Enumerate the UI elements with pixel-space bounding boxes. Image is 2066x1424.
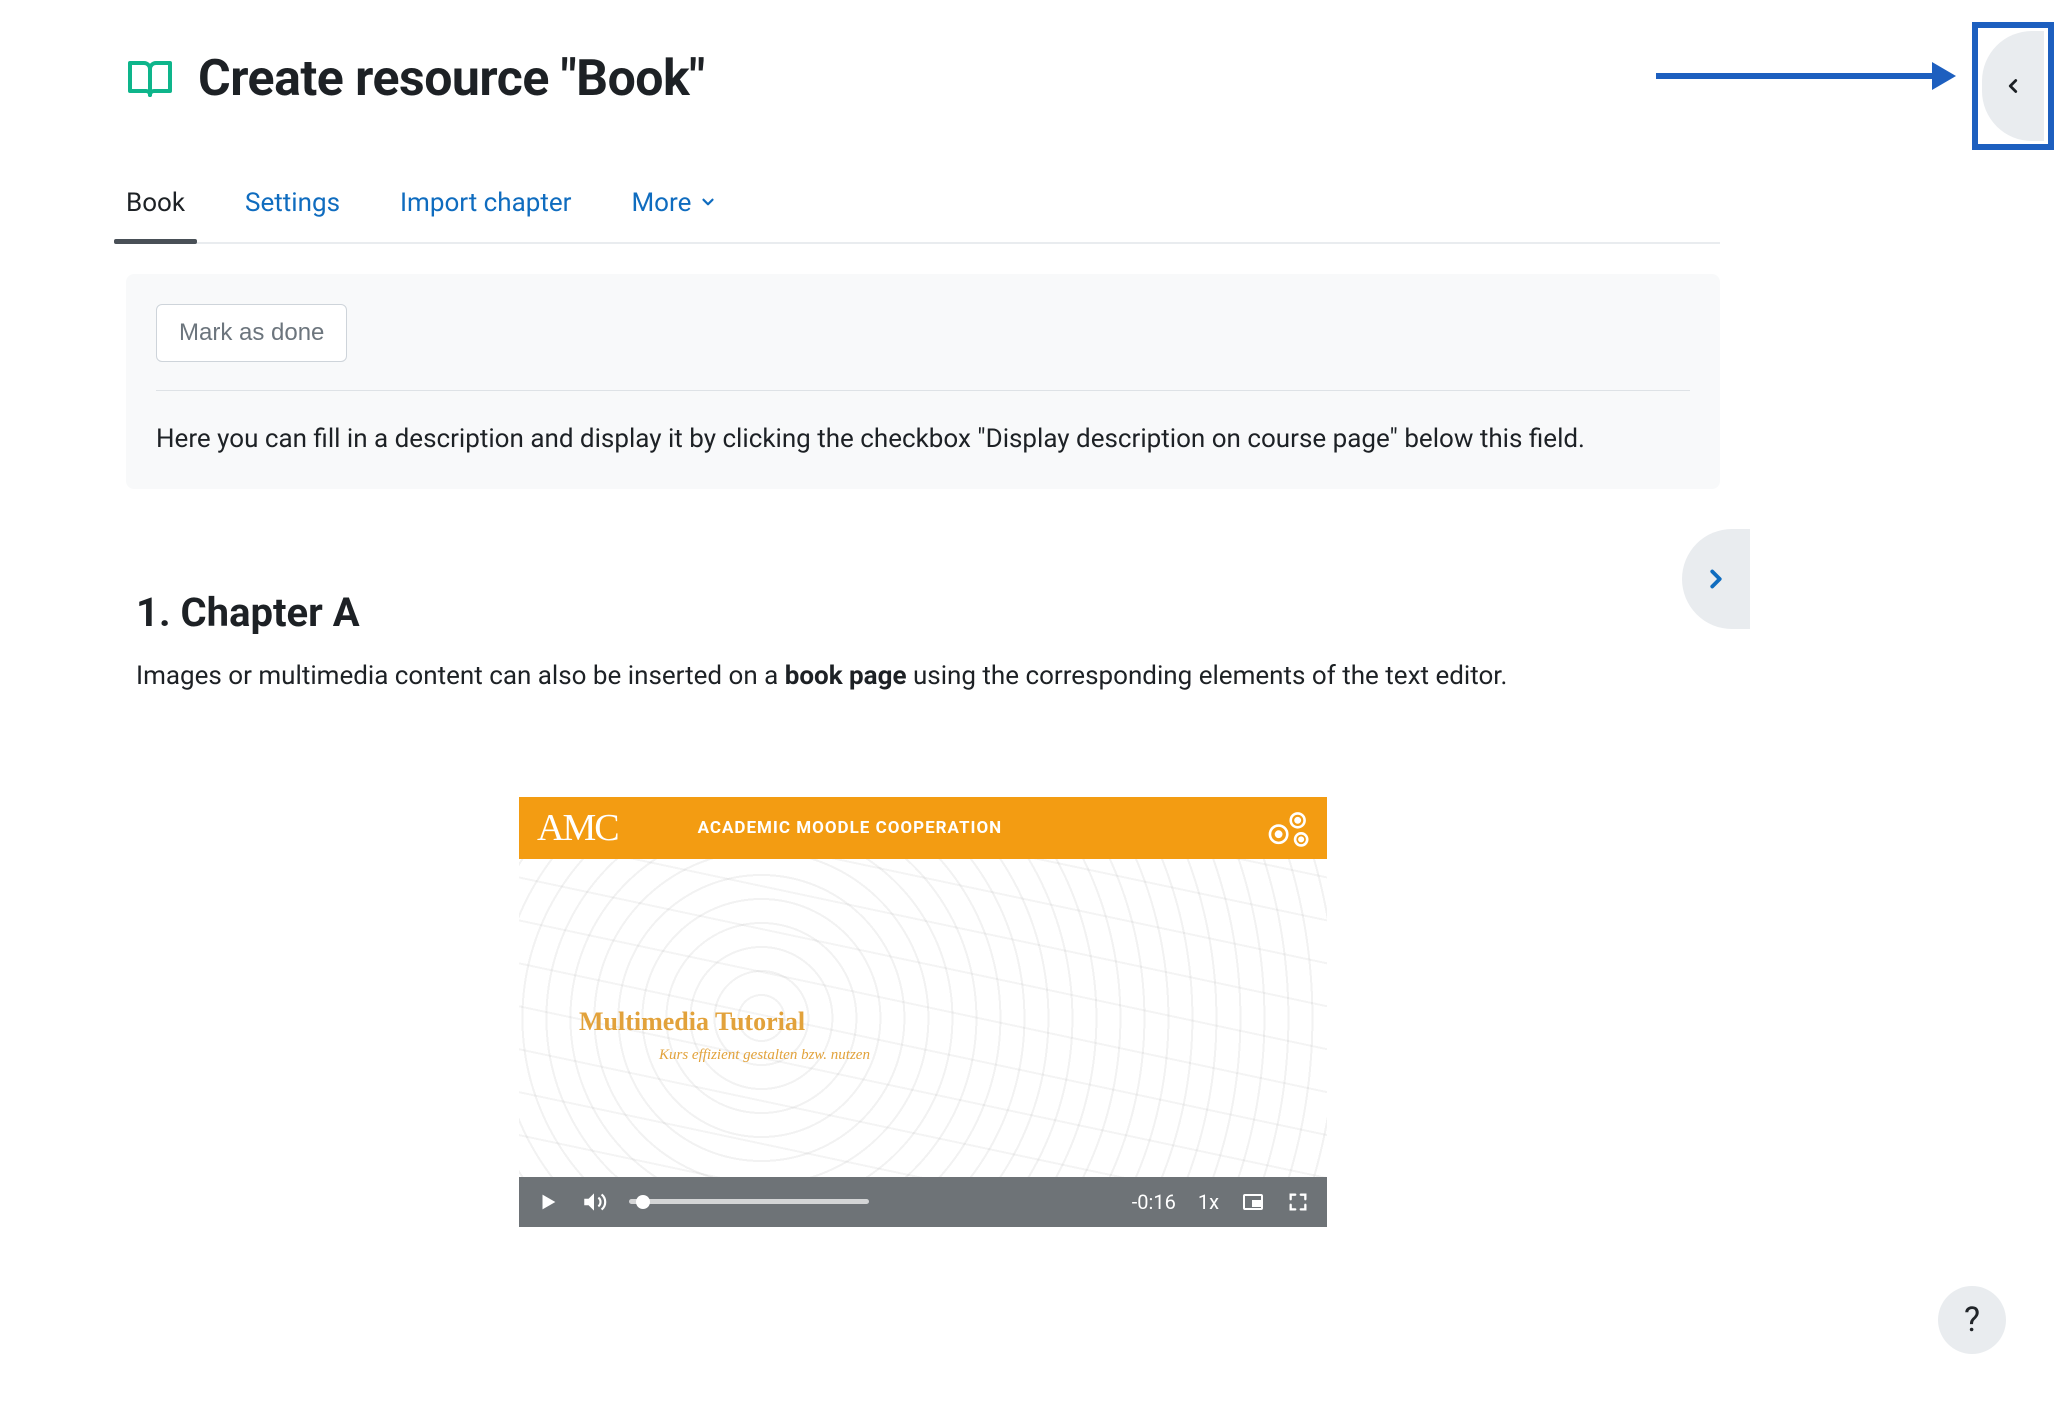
video-body: Multimedia Tutorial Kurs effizient gesta… [519, 859, 1327, 1177]
video-header-text: ACADEMIC MOODLE COOPERATION [698, 818, 1003, 838]
help-button[interactable]: ? [1938, 1286, 2006, 1354]
chapter-section: 1. Chapter A Images or multimedia conten… [126, 589, 1720, 1226]
video-time: -0:16 [1132, 1190, 1176, 1214]
open-drawer-button[interactable] [1982, 31, 2044, 141]
tabs: Book Settings Import chapter More [126, 188, 1720, 244]
pip-button[interactable] [1241, 1190, 1265, 1214]
volume-button[interactable] [581, 1189, 607, 1215]
chapter-body-post: using the corresponding elements of the … [907, 661, 1508, 691]
gear-icon [1263, 803, 1315, 859]
progress-slider[interactable] [629, 1199, 869, 1204]
description-card: Mark as done Here you can fill in a desc… [126, 274, 1720, 489]
playback-rate-button[interactable]: 1x [1198, 1190, 1219, 1214]
video-logo: AMC [537, 806, 618, 850]
chevron-down-icon [699, 188, 717, 218]
page-title: Create resource "Book" [198, 50, 705, 108]
fullscreen-button[interactable] [1287, 1191, 1309, 1213]
tab-settings[interactable]: Settings [245, 188, 340, 242]
tab-more-label: More [631, 188, 691, 218]
video-header: AMC ACADEMIC MOODLE COOPERATION [519, 797, 1327, 859]
tab-book[interactable]: Book [126, 188, 185, 242]
tab-more[interactable]: More [631, 188, 717, 242]
play-button[interactable] [537, 1191, 559, 1213]
chapter-title: 1. Chapter A [136, 589, 1710, 636]
chapter-body-pre: Images or multimedia content can also be… [136, 661, 785, 691]
video-controls: -0:16 1x [519, 1177, 1327, 1227]
video-subtitle: Kurs effizient gestalten bzw. nutzen [659, 1047, 870, 1064]
drawer-toggle-highlight [1972, 22, 2054, 150]
book-icon [126, 55, 174, 103]
description-text: Here you can fill in a description and d… [156, 419, 1690, 459]
mark-as-done-button[interactable]: Mark as done [156, 304, 347, 362]
annotation-arrow [1656, 70, 1956, 82]
video-title: Multimedia Tutorial [579, 1007, 805, 1037]
video-player[interactable]: AMC ACADEMIC MOODLE COOPERATION Multimed… [519, 797, 1327, 1227]
tab-import-chapter[interactable]: Import chapter [400, 188, 571, 242]
divider [156, 390, 1690, 391]
chapter-body: Images or multimedia content can also be… [136, 656, 1710, 696]
chapter-body-bold: book page [785, 661, 907, 691]
